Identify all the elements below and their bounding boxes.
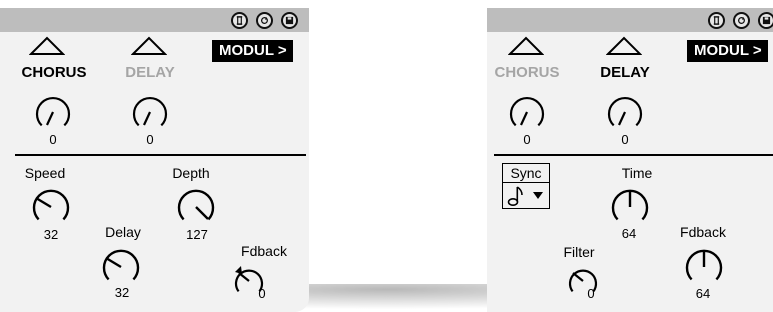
depth-knob[interactable] (175, 186, 217, 226)
modul-button[interactable]: MODUL > (212, 40, 293, 62)
fold-icon[interactable] (708, 12, 725, 29)
section-divider (494, 154, 773, 156)
chorus-amount-knob[interactable] (508, 93, 546, 131)
device-title-bar (487, 8, 773, 32)
modul-button[interactable]: MODUL > (687, 40, 768, 62)
save-icon[interactable] (281, 12, 298, 29)
refresh-icon[interactable] (733, 12, 750, 29)
refresh-icon[interactable] (256, 12, 273, 29)
param-label-time: Time (621, 165, 653, 181)
save-icon[interactable] (758, 12, 773, 29)
param-label-filter: Filter (563, 244, 595, 260)
effect-label-delay[interactable]: DELAY (600, 64, 649, 81)
delay-select-triangle-icon[interactable] (131, 36, 167, 56)
chorus-select-triangle-icon[interactable] (29, 36, 65, 56)
filter-value: 0 (587, 286, 595, 301)
chorus-device-panel: CHORUS DELAY MODUL > 0 0 Speed 32 Depth … (0, 8, 309, 312)
section-divider (15, 154, 306, 156)
device-title-bar (0, 8, 309, 32)
effect-label-chorus[interactable]: CHORUS (21, 64, 86, 81)
sync-label: Sync (502, 163, 550, 182)
chorus-amount-value: 0 (523, 132, 531, 147)
effect-label-chorus[interactable]: CHORUS (494, 64, 559, 81)
feedback-value: 64 (695, 286, 711, 301)
speed-value: 32 (43, 227, 59, 242)
speed-knob[interactable] (30, 186, 72, 226)
chorus-amount-knob[interactable] (34, 93, 72, 131)
triangle-down-icon (533, 192, 543, 199)
fold-icon[interactable] (231, 12, 248, 29)
chorus-select-triangle-icon[interactable] (508, 36, 544, 56)
depth-value: 127 (186, 227, 208, 242)
delay-time-knob[interactable] (100, 246, 142, 286)
eighth-note-icon (507, 186, 523, 207)
delay-select-triangle-icon[interactable] (606, 36, 642, 56)
feedback-value: 0 (258, 286, 266, 301)
feedback-knob[interactable] (683, 246, 725, 286)
time-value: 64 (621, 226, 637, 241)
delay-time-value: 32 (114, 285, 130, 300)
effect-label-delay[interactable]: DELAY (125, 64, 174, 81)
param-label-fdback: Fdback (680, 224, 726, 240)
delay-amount-value: 0 (146, 132, 154, 147)
filter-knob[interactable] (566, 264, 600, 298)
delay-amount-knob[interactable] (606, 93, 644, 131)
delay-device-panel: CHORUS DELAY MODUL > 0 0 Sync Time 64 Fd… (487, 8, 773, 312)
delay-amount-knob[interactable] (131, 93, 169, 131)
chorus-amount-value: 0 (49, 132, 57, 147)
param-label-speed: Speed (24, 165, 66, 181)
param-label-depth: Depth (172, 165, 210, 181)
param-label-fdback: Fdback (241, 243, 287, 259)
delay-amount-value: 0 (621, 132, 629, 147)
param-label-delay: Delay (105, 224, 141, 240)
sync-dropdown[interactable] (502, 182, 550, 209)
time-knob[interactable] (609, 186, 651, 226)
